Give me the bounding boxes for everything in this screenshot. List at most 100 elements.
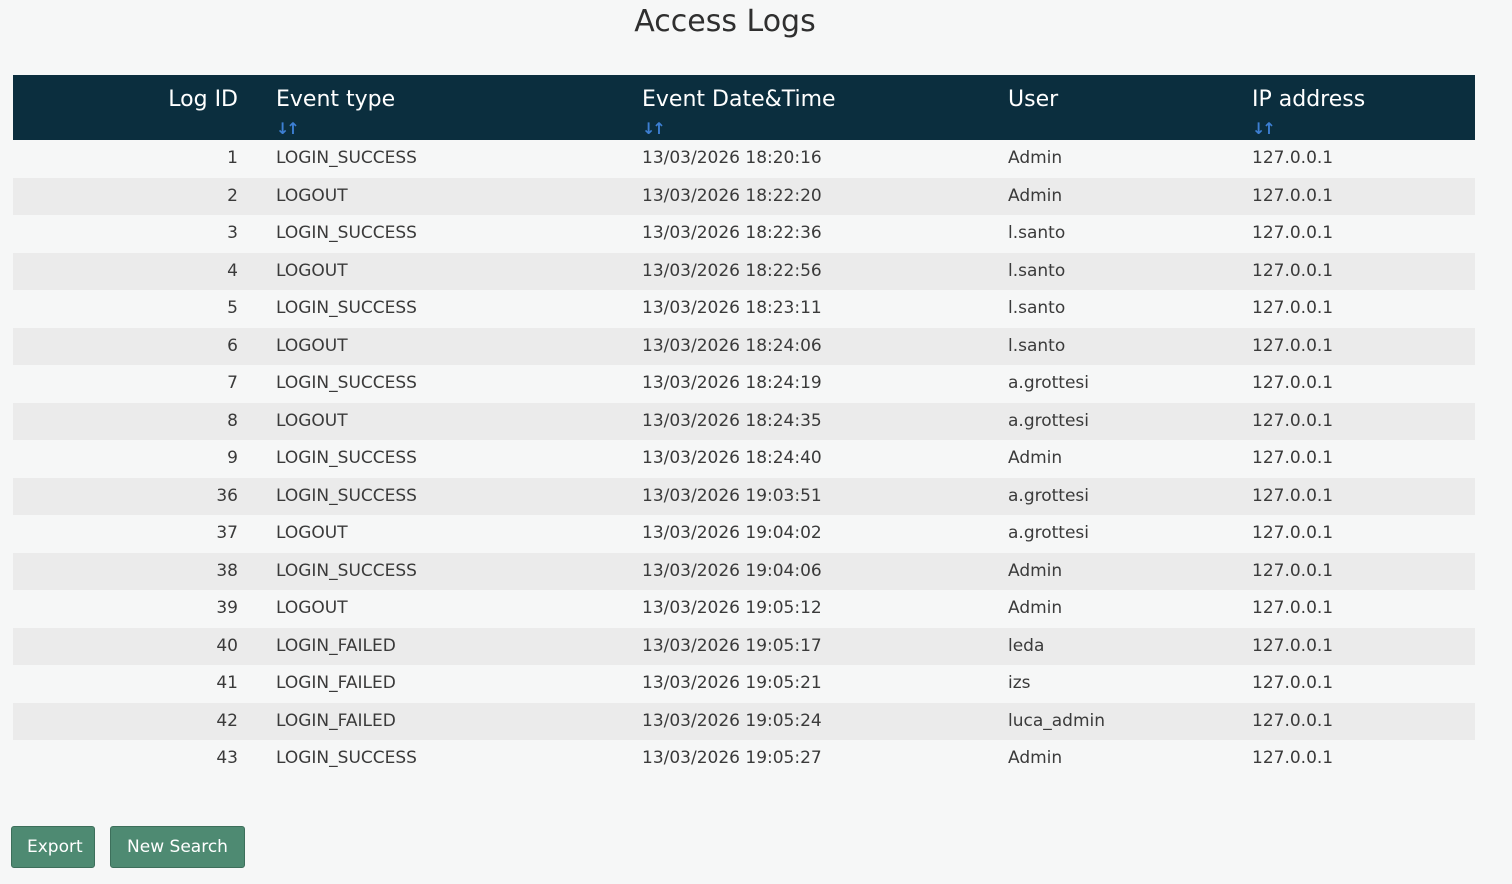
cell-log-id: 1 xyxy=(13,140,276,178)
cell-event-type: LOGIN_SUCCESS xyxy=(276,140,642,178)
cell-user: a.grottesi xyxy=(1008,402,1252,440)
table-row: 42 LOGIN_FAILED 13/03/2026 19:05:24 luca_ad… xyxy=(13,702,1475,740)
cell-event-datetime: 13/03/2026 19:05:12 xyxy=(642,590,1008,628)
cell-event-datetime: 13/03/2026 19:03:51 xyxy=(642,477,1008,515)
cell-event-datetime: 13/03/2026 18:23:11 xyxy=(642,290,1008,328)
cell-log-id: 37 xyxy=(13,515,276,553)
table-row: 39 LOGOUT 13/03/2026 19:05:12 Admin 127.0.0.… xyxy=(13,590,1475,628)
page-title: Access Logs xyxy=(634,4,816,39)
cell-user: Admin xyxy=(1008,177,1252,215)
cell-ip-address: 127.0.0.1 xyxy=(1252,252,1475,290)
cell-event-type: LOGIN_SUCCESS xyxy=(276,552,642,590)
cell-ip-address: 127.0.0.1 xyxy=(1252,440,1475,478)
cell-event-type: LOGIN_FAILED xyxy=(276,627,642,665)
cell-ip-address: 127.0.0.1 xyxy=(1252,290,1475,328)
table-row: 37 LOGOUT 13/03/2026 19:04:02 a.grottesi 127… xyxy=(13,515,1475,553)
new-search-button[interactable]: New Search xyxy=(110,826,245,868)
cell-ip-address: 127.0.0.1 xyxy=(1252,327,1475,365)
table-row: 38 LOGIN_SUCCESS 13/03/2026 19:04:06 Admin 1… xyxy=(13,552,1475,590)
cell-ip-address: 127.0.0.1 xyxy=(1252,740,1475,778)
cell-log-id: 36 xyxy=(13,477,276,515)
column-label: Event Date&Time xyxy=(642,87,836,112)
header-row: Log ID Event type ↓↑ Event Date&Time ↓↑ … xyxy=(13,75,1475,140)
cell-user: leda xyxy=(1008,627,1252,665)
table-row: 4 LOGOUT 13/03/2026 18:22:56 l.santo 127.0.0… xyxy=(13,252,1475,290)
column-header-ip-address: IP address ↓↑ xyxy=(1252,75,1475,140)
access-logs-page: Access Logs Log ID Event type ↓↑ Event D… xyxy=(0,0,1512,884)
cell-user: Admin xyxy=(1008,590,1252,628)
cell-event-type: LOGOUT xyxy=(276,590,642,628)
cell-log-id: 42 xyxy=(13,702,276,740)
table-header: Log ID Event type ↓↑ Event Date&Time ↓↑ … xyxy=(13,75,1475,140)
cell-event-datetime: 13/03/2026 18:24:40 xyxy=(642,440,1008,478)
cell-user: luca_admin xyxy=(1008,702,1252,740)
cell-log-id: 4 xyxy=(13,252,276,290)
cell-ip-address: 127.0.0.1 xyxy=(1252,702,1475,740)
column-header-user: User xyxy=(1008,75,1252,140)
cell-event-datetime: 13/03/2026 18:24:06 xyxy=(642,327,1008,365)
cell-log-id: 43 xyxy=(13,740,276,778)
cell-user: Admin xyxy=(1008,740,1252,778)
cell-user: l.santo xyxy=(1008,215,1252,253)
cell-event-type: LOGOUT xyxy=(276,327,642,365)
cell-event-type: LOGIN_SUCCESS xyxy=(276,440,642,478)
cell-event-datetime: 13/03/2026 18:22:36 xyxy=(642,215,1008,253)
cell-user: a.grottesi xyxy=(1008,515,1252,553)
cell-event-type: LOGIN_SUCCESS xyxy=(276,215,642,253)
table-body: 1 LOGIN_SUCCESS 13/03/2026 18:20:16 Admin 12… xyxy=(13,140,1475,778)
cell-event-type: LOGOUT xyxy=(276,252,642,290)
cell-user: Admin xyxy=(1008,140,1252,178)
table-row: 8 LOGOUT 13/03/2026 18:24:35 a.grottesi 127.… xyxy=(13,402,1475,440)
cell-event-datetime: 13/03/2026 19:05:27 xyxy=(642,740,1008,778)
column-label: IP address xyxy=(1252,87,1366,112)
cell-event-datetime: 13/03/2026 18:20:16 xyxy=(642,140,1008,178)
table-row: 6 LOGOUT 13/03/2026 18:24:06 l.santo 127.0.0… xyxy=(13,327,1475,365)
logs-table-container: Log ID Event type ↓↑ Event Date&Time ↓↑ … xyxy=(13,75,1475,778)
cell-ip-address: 127.0.0.1 xyxy=(1252,552,1475,590)
sort-arrows-icon[interactable]: ↓↑ xyxy=(1252,119,1276,139)
cell-user: l.santo xyxy=(1008,252,1252,290)
cell-ip-address: 127.0.0.1 xyxy=(1252,140,1475,178)
cell-log-id: 3 xyxy=(13,215,276,253)
cell-event-type: LOGIN_FAILED xyxy=(276,702,642,740)
sort-arrows-icon[interactable]: ↓↑ xyxy=(276,119,300,139)
table-row: 9 LOGIN_SUCCESS 13/03/2026 18:24:40 Admin 12… xyxy=(13,440,1475,478)
cell-event-datetime: 13/03/2026 19:05:17 xyxy=(642,627,1008,665)
cell-ip-address: 127.0.0.1 xyxy=(1252,477,1475,515)
column-header-event-datetime: Event Date&Time ↓↑ xyxy=(642,75,1008,140)
cell-user: l.santo xyxy=(1008,290,1252,328)
column-label: User xyxy=(1008,87,1059,112)
table-row: 7 LOGIN_SUCCESS 13/03/2026 18:24:19 a.grott… xyxy=(13,365,1475,403)
cell-log-id: 39 xyxy=(13,590,276,628)
cell-ip-address: 127.0.0.1 xyxy=(1252,365,1475,403)
cell-event-datetime: 13/03/2026 19:04:06 xyxy=(642,552,1008,590)
table-row: 2 LOGOUT 13/03/2026 18:22:20 Admin 127.0.0.1 xyxy=(13,177,1475,215)
table-row: 1 LOGIN_SUCCESS 13/03/2026 18:20:16 Admin 12… xyxy=(13,140,1475,178)
table-row: 5 LOGIN_SUCCESS 13/03/2026 18:23:11 l.santo… xyxy=(13,290,1475,328)
table-row: 36 LOGIN_SUCCESS 13/03/2026 19:03:51 a.grot… xyxy=(13,477,1475,515)
cell-log-id: 2 xyxy=(13,177,276,215)
cell-event-type: LOGOUT xyxy=(276,515,642,553)
cell-log-id: 8 xyxy=(13,402,276,440)
cell-log-id: 5 xyxy=(13,290,276,328)
logs-table: Log ID Event type ↓↑ Event Date&Time ↓↑ … xyxy=(13,75,1475,778)
sort-arrows-icon[interactable]: ↓↑ xyxy=(642,119,666,139)
cell-user: l.santo xyxy=(1008,327,1252,365)
cell-log-id: 38 xyxy=(13,552,276,590)
cell-user: a.grottesi xyxy=(1008,365,1252,403)
cell-ip-address: 127.0.0.1 xyxy=(1252,590,1475,628)
cell-log-id: 41 xyxy=(13,665,276,703)
cell-ip-address: 127.0.0.1 xyxy=(1252,215,1475,253)
cell-ip-address: 127.0.0.1 xyxy=(1252,177,1475,215)
cell-event-datetime: 13/03/2026 19:05:24 xyxy=(642,702,1008,740)
cell-log-id: 9 xyxy=(13,440,276,478)
cell-event-datetime: 13/03/2026 18:22:56 xyxy=(642,252,1008,290)
cell-event-datetime: 13/03/2026 19:04:02 xyxy=(642,515,1008,553)
export-button[interactable]: Export xyxy=(11,826,95,868)
column-label: Event type xyxy=(276,87,396,112)
cell-event-datetime: 13/03/2026 18:24:35 xyxy=(642,402,1008,440)
cell-log-id: 7 xyxy=(13,365,276,403)
cell-user: Admin xyxy=(1008,552,1252,590)
cell-event-type: LOGIN_SUCCESS xyxy=(276,290,642,328)
cell-event-datetime: 13/03/2026 18:24:19 xyxy=(642,365,1008,403)
